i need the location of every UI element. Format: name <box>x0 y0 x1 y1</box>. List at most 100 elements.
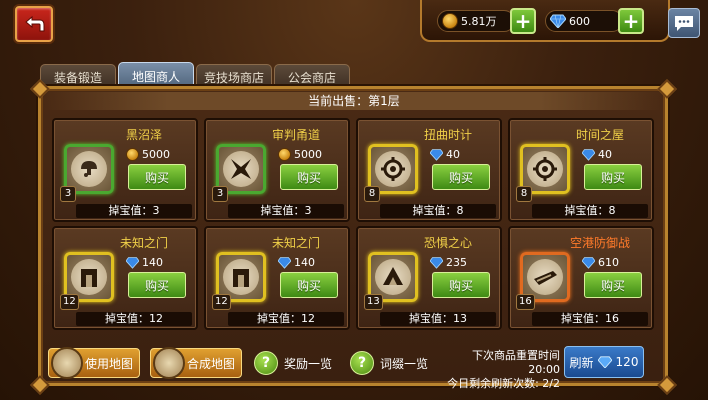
gem-icon <box>278 257 291 269</box>
plus-icon: + <box>622 9 640 33</box>
shop-card-unknown-gate: 未知之门 12 140 购买 掉宝值：12 <box>204 226 350 330</box>
plus-icon: + <box>514 9 532 33</box>
item-level-badge: 3 <box>60 186 76 202</box>
buy-button[interactable]: 购买 <box>128 164 186 190</box>
price-value: 5000 <box>142 148 170 161</box>
gem-icon <box>582 149 595 161</box>
map-item-icon <box>527 151 563 187</box>
use-map-label: 使用地图 <box>85 356 134 371</box>
combine-map-label: 合成地图 <box>187 356 236 371</box>
shop-card-heart-of-fear: 恐惧之心 13 235 购买 掉宝值：13 <box>356 226 502 330</box>
map-item-icon <box>527 259 563 295</box>
refresh-button[interactable]: 刷新 120 <box>564 346 644 378</box>
back-button[interactable] <box>15 6 53 42</box>
map-item-icon <box>375 259 411 295</box>
map-emblem-icon <box>381 157 405 181</box>
chat-bubble-icon <box>675 16 693 31</box>
drop-value: 掉宝值：12 <box>76 312 192 326</box>
item-level-badge: 16 <box>516 294 535 310</box>
item-level-badge: 3 <box>212 186 228 202</box>
shop-card-airport-defense: 空港防御战 16 610 购买掉宝值：16 <box>508 226 654 330</box>
buy-button[interactable]: 购买 <box>280 164 338 190</box>
card-title: 未知之门 <box>271 236 320 250</box>
reward-list-label: 奖励一览 <box>284 356 333 371</box>
shop-card-judgment-passage: 审判甬道 3 5000 购买 掉宝值：3 <box>204 118 350 222</box>
buy-button[interactable]: 购买 <box>128 272 186 298</box>
add-gold-button[interactable]: + <box>510 8 536 34</box>
map-emblem-icon <box>81 269 97 287</box>
item-price: 140 <box>126 256 163 269</box>
add-gem-button[interactable]: + <box>618 8 644 34</box>
price-value: 40 <box>598 148 612 161</box>
card-title: 恐惧之心 <box>423 236 472 250</box>
item-level-badge: 13 <box>364 294 383 310</box>
card-title: 扭曲时计 <box>423 128 472 142</box>
refresh-label: 刷新 <box>569 355 594 370</box>
card-title: 时间之屋 <box>575 128 624 142</box>
gold-coin-icon <box>126 148 139 161</box>
card-title: 黑沼泽 <box>125 128 162 142</box>
shop-card-unknown-gate: 未知之门 12 140 购买掉宝值：12 <box>52 226 198 330</box>
price-value: 140 <box>294 256 315 269</box>
buy-button[interactable]: 购买 <box>432 164 490 190</box>
map-item-icon <box>375 151 411 187</box>
chat-button[interactable] <box>668 8 700 38</box>
item-price: 5000 <box>278 148 322 161</box>
reward-list-button[interactable]: ? 奖励一览 <box>254 348 334 378</box>
gem-amount: 600 <box>569 14 590 28</box>
current-floor-label: 当前出售：第1层 <box>44 92 664 110</box>
map-emblem-icon <box>81 161 97 177</box>
affix-list-label: 词缀一览 <box>380 356 429 371</box>
shop-card-twisted-timepiece: 扭曲时计 8 40 购买掉宝值：8 <box>356 118 502 222</box>
back-arrow-icon <box>25 15 45 32</box>
refresh-cost: 120 <box>615 355 639 369</box>
map-emblem-icon <box>231 159 251 179</box>
gold-coin-icon <box>278 148 291 161</box>
reset-time-text: 下次商品重置时间 20:00 <box>472 349 560 376</box>
gold-amount: 5.81万 <box>461 15 497 28</box>
price-value: 610 <box>598 256 619 269</box>
buy-button[interactable]: 购买 <box>584 164 642 190</box>
gem-display: 600 <box>545 10 623 32</box>
buy-button[interactable]: 购买 <box>584 272 642 298</box>
combine-map-button[interactable]: 合成地图 <box>150 347 242 379</box>
gem-icon <box>550 14 566 28</box>
item-price: 40 <box>430 148 460 161</box>
gem-icon <box>430 149 443 161</box>
map-emblem-icon <box>233 269 249 287</box>
gold-coin-icon <box>442 13 458 29</box>
drop-value: 掉宝值：8 <box>380 204 496 218</box>
shop-card-time-house: 时间之屋 8 40 购买 掉宝值：8 <box>508 118 654 222</box>
item-level-badge: 8 <box>364 186 380 202</box>
price-value: 40 <box>446 148 460 161</box>
price-value: 235 <box>446 256 467 269</box>
card-title: 未知之门 <box>119 236 168 250</box>
map-item-icon <box>223 151 259 187</box>
card-title: 空港防御战 <box>569 236 630 250</box>
question-icon: ? <box>254 351 278 375</box>
item-price: 610 <box>582 256 619 269</box>
map-emblem-icon <box>383 267 403 285</box>
drop-value: 掉宝值：16 <box>532 312 648 326</box>
refresh-remaining-text: 今日剩余刷新次数: 2/2 <box>447 377 560 390</box>
gem-icon <box>582 257 595 269</box>
affix-list-button[interactable]: ? 词缀一览 <box>350 348 430 378</box>
price-value: 5000 <box>294 148 322 161</box>
gem-icon <box>597 356 612 368</box>
use-map-button[interactable]: 使用地图 <box>48 347 140 379</box>
buy-button[interactable]: 购买 <box>432 272 490 298</box>
item-price: 140 <box>278 256 315 269</box>
map-item-icon <box>71 151 107 187</box>
item-level-badge: 8 <box>516 186 532 202</box>
map-item-icon <box>71 259 107 295</box>
gem-icon <box>126 257 139 269</box>
map-emblem-icon <box>534 271 557 285</box>
item-level-badge: 12 <box>60 294 79 310</box>
drop-value: 掉宝值：3 <box>76 204 192 218</box>
buy-button[interactable]: 购买 <box>280 272 338 298</box>
map-emblem-icon <box>533 157 557 181</box>
shop-card-black-swamp: 黑沼泽 3 5000 购买掉宝值：3 <box>52 118 198 222</box>
item-price: 5000 <box>126 148 170 161</box>
item-level-badge: 12 <box>212 294 231 310</box>
price-value: 140 <box>142 256 163 269</box>
